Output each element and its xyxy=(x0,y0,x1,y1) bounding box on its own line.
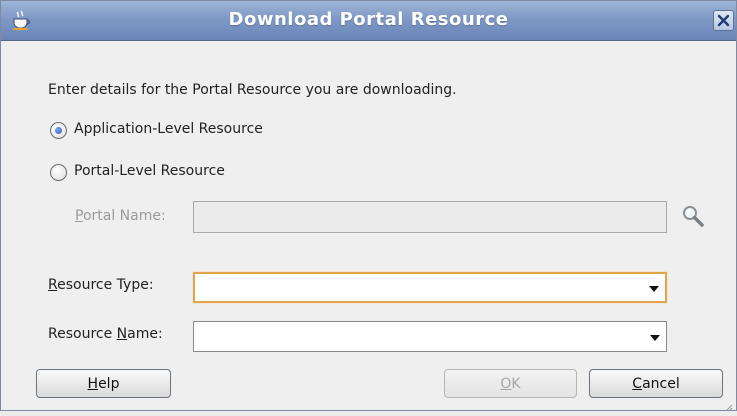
help-mnemonic: H xyxy=(87,375,99,392)
chevron-down-icon xyxy=(649,285,659,292)
resource-name-label-pre: Resource xyxy=(48,326,117,342)
dialog-title: Download Portal Resource xyxy=(228,9,509,30)
resource-name-label: Resource Name: xyxy=(48,326,163,342)
resource-type-label: Resource Type: xyxy=(48,277,154,293)
help-label: elp xyxy=(98,375,120,392)
portal-name-label-text: ortal Name: xyxy=(82,208,166,224)
portal-name-label: Portal Name: xyxy=(75,208,166,224)
close-icon xyxy=(717,14,730,27)
resource-type-label-text: esource Type: xyxy=(57,277,154,293)
search-icon[interactable] xyxy=(681,204,705,228)
resource-name-label-text: ame: xyxy=(127,326,163,342)
close-button[interactable] xyxy=(713,10,734,31)
title-bar[interactable]: Download Portal Resource xyxy=(1,1,736,41)
application-level-radio[interactable] xyxy=(50,122,67,139)
resource-type-dropdown[interactable] xyxy=(193,272,667,303)
portal-name-mnemonic: P xyxy=(75,208,83,224)
cancel-label: ancel xyxy=(642,375,680,392)
ok-button[interactable]: OK xyxy=(444,369,577,398)
cancel-mnemonic: C xyxy=(632,375,643,392)
chevron-down-icon xyxy=(650,334,660,341)
resource-name-mnemonic: N xyxy=(116,326,128,342)
ok-label: K xyxy=(511,375,521,392)
portal-level-label[interactable]: Portal-Level Resource xyxy=(74,163,225,179)
help-button[interactable]: Help xyxy=(36,369,171,398)
cancel-button[interactable]: Cancel xyxy=(589,369,723,398)
application-level-label[interactable]: Application-Level Resource xyxy=(74,121,263,137)
resource-name-dropdown[interactable] xyxy=(193,321,667,352)
resize-grip[interactable] xyxy=(723,397,733,412)
instruction-text: Enter details for the Portal Resource yo… xyxy=(48,82,457,98)
dialog-window: Download Portal Resource Enter details f… xyxy=(0,0,737,412)
resource-type-mnemonic: R xyxy=(48,277,58,293)
portal-level-radio[interactable] xyxy=(50,164,67,181)
portal-name-input[interactable] xyxy=(193,201,667,233)
ok-mnemonic: O xyxy=(500,375,512,392)
